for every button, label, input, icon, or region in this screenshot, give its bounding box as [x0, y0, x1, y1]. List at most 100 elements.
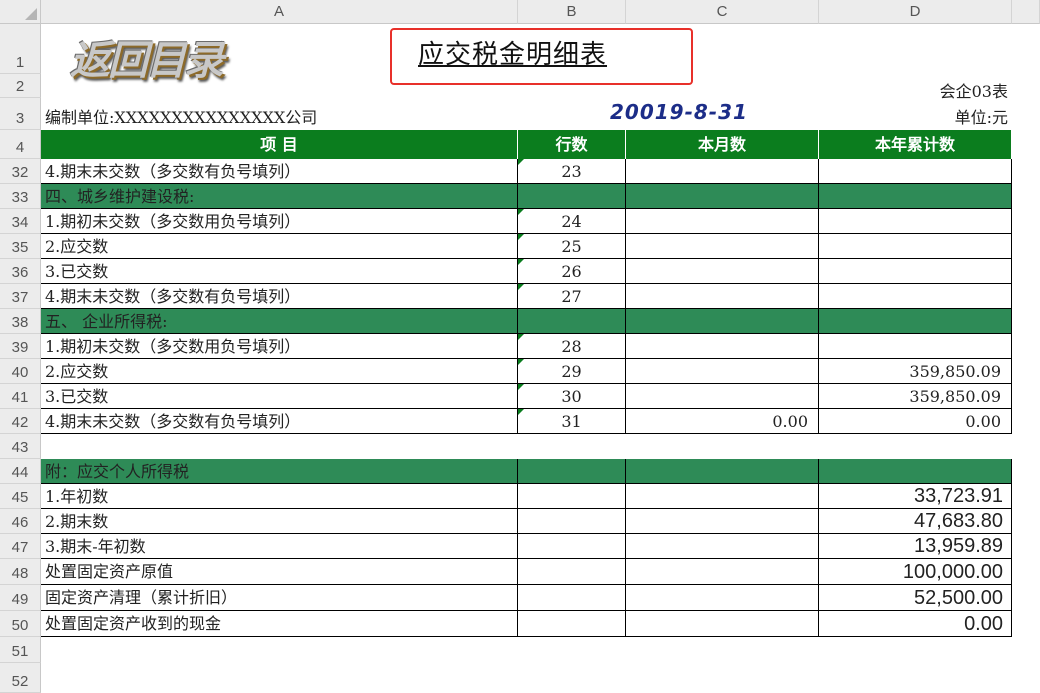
- year-to-date-cell[interactable]: 0.00: [819, 409, 1012, 434]
- line-no-cell[interactable]: 24: [518, 209, 626, 234]
- year-to-date-cell[interactable]: 52,500.00: [819, 585, 1012, 611]
- row-header[interactable]: 51: [0, 637, 41, 663]
- item-cell[interactable]: 附：应交个人所得税: [41, 459, 518, 484]
- this-month-cell[interactable]: [626, 259, 819, 284]
- year-to-date-cell[interactable]: 359,850.09: [819, 384, 1012, 409]
- this-month-cell[interactable]: [626, 509, 819, 534]
- line-no-cell[interactable]: 25: [518, 234, 626, 259]
- item-cell[interactable]: 固定资产清理（累计折旧）: [41, 585, 518, 611]
- year-to-date-cell[interactable]: [819, 309, 1012, 334]
- item-cell[interactable]: 2.应交数: [41, 359, 518, 384]
- row-header[interactable]: 32: [0, 159, 41, 184]
- line-no-cell[interactable]: 27: [518, 284, 626, 309]
- row-header[interactable]: 2: [0, 74, 41, 98]
- this-month-cell[interactable]: [626, 611, 819, 637]
- column-header-a[interactable]: A: [41, 0, 518, 24]
- line-no-cell[interactable]: 29: [518, 359, 626, 384]
- item-cell[interactable]: 2.期末数: [41, 509, 518, 534]
- this-month-cell[interactable]: [626, 309, 819, 334]
- line-no-cell[interactable]: [518, 534, 626, 559]
- column-header-e[interactable]: [1012, 0, 1040, 24]
- line-no-cell[interactable]: [518, 611, 626, 637]
- this-month-cell[interactable]: [626, 534, 819, 559]
- row-header[interactable]: 47: [0, 534, 41, 559]
- column-header-b[interactable]: B: [518, 0, 626, 24]
- this-month-cell[interactable]: [626, 585, 819, 611]
- year-to-date-cell[interactable]: [819, 184, 1012, 209]
- year-to-date-cell[interactable]: [819, 259, 1012, 284]
- row-header[interactable]: 44: [0, 459, 41, 484]
- this-month-cell[interactable]: [626, 459, 819, 484]
- year-to-date-cell[interactable]: [819, 284, 1012, 309]
- year-to-date-cell[interactable]: 100,000.00: [819, 559, 1012, 585]
- year-to-date-cell[interactable]: [819, 159, 1012, 184]
- row-header[interactable]: 42: [0, 409, 41, 434]
- line-no-cell[interactable]: [518, 184, 626, 209]
- row-header[interactable]: 49: [0, 585, 41, 611]
- row-header[interactable]: 43: [0, 434, 41, 459]
- row-header[interactable]: 36: [0, 259, 41, 284]
- row-header[interactable]: 39: [0, 334, 41, 359]
- this-month-cell[interactable]: [626, 559, 819, 585]
- line-no-cell[interactable]: [518, 509, 626, 534]
- row-header[interactable]: 33: [0, 184, 41, 209]
- item-cell[interactable]: 五、 企业所得税:: [41, 309, 518, 334]
- item-cell[interactable]: 处置固定资产原值: [41, 559, 518, 585]
- line-no-cell[interactable]: 28: [518, 334, 626, 359]
- row-header[interactable]: 37: [0, 284, 41, 309]
- year-to-date-cell[interactable]: 33,723.91: [819, 484, 1012, 509]
- row-header[interactable]: 48: [0, 559, 41, 585]
- item-cell[interactable]: 处置固定资产收到的现金: [41, 611, 518, 637]
- this-month-cell[interactable]: [626, 484, 819, 509]
- line-no-cell[interactable]: 30: [518, 384, 626, 409]
- item-cell[interactable]: 1.期初未交数（多交数用负号填列）: [41, 209, 518, 234]
- item-cell[interactable]: 1.期初未交数（多交数用负号填列）: [41, 334, 518, 359]
- item-cell[interactable]: 3.已交数: [41, 384, 518, 409]
- line-no-cell[interactable]: 23: [518, 159, 626, 184]
- item-cell[interactable]: 4.期末未交数（多交数有负号填列）: [41, 159, 518, 184]
- row-header[interactable]: 38: [0, 309, 41, 334]
- this-month-cell[interactable]: [626, 159, 819, 184]
- line-no-cell[interactable]: [518, 585, 626, 611]
- item-cell[interactable]: 3.期末-年初数: [41, 534, 518, 559]
- year-to-date-cell[interactable]: [819, 234, 1012, 259]
- line-no-cell[interactable]: 26: [518, 259, 626, 284]
- column-header-c[interactable]: C: [626, 0, 819, 24]
- row-header[interactable]: 1: [0, 24, 41, 74]
- line-no-cell[interactable]: [518, 309, 626, 334]
- return-to-index-link[interactable]: 返回目录: [70, 28, 224, 86]
- item-cell[interactable]: 3.已交数: [41, 259, 518, 284]
- line-no-cell[interactable]: 31: [518, 409, 626, 434]
- item-cell[interactable]: 4.期末未交数（多交数有负号填列）: [41, 284, 518, 309]
- this-month-cell[interactable]: [626, 209, 819, 234]
- select-all-corner[interactable]: [0, 0, 41, 24]
- line-no-cell[interactable]: [518, 559, 626, 585]
- year-to-date-cell[interactable]: 359,850.09: [819, 359, 1012, 384]
- item-cell[interactable]: 四、城乡维护建设税:: [41, 184, 518, 209]
- row-header[interactable]: 41: [0, 384, 41, 409]
- line-no-cell[interactable]: [518, 459, 626, 484]
- row-header[interactable]: 4: [0, 130, 41, 159]
- row-header[interactable]: 35: [0, 234, 41, 259]
- this-month-cell[interactable]: [626, 284, 819, 309]
- line-no-cell[interactable]: [518, 484, 626, 509]
- item-cell[interactable]: 4.期末未交数（多交数有负号填列）: [41, 409, 518, 434]
- this-month-cell[interactable]: [626, 359, 819, 384]
- year-to-date-cell[interactable]: [819, 334, 1012, 359]
- column-header-d[interactable]: D: [819, 0, 1012, 24]
- row-header[interactable]: 52: [0, 663, 41, 693]
- year-to-date-cell[interactable]: 47,683.80: [819, 509, 1012, 534]
- this-month-cell[interactable]: [626, 234, 819, 259]
- item-cell[interactable]: 2.应交数: [41, 234, 518, 259]
- row-header[interactable]: 40: [0, 359, 41, 384]
- this-month-cell[interactable]: 0.00: [626, 409, 819, 434]
- year-to-date-cell[interactable]: 0.00: [819, 611, 1012, 637]
- row-header[interactable]: 34: [0, 209, 41, 234]
- row-header[interactable]: 50: [0, 611, 41, 637]
- year-to-date-cell[interactable]: [819, 209, 1012, 234]
- row-header[interactable]: 46: [0, 509, 41, 534]
- year-to-date-cell[interactable]: [819, 459, 1012, 484]
- this-month-cell[interactable]: [626, 334, 819, 359]
- item-cell[interactable]: 1.年初数: [41, 484, 518, 509]
- this-month-cell[interactable]: [626, 384, 819, 409]
